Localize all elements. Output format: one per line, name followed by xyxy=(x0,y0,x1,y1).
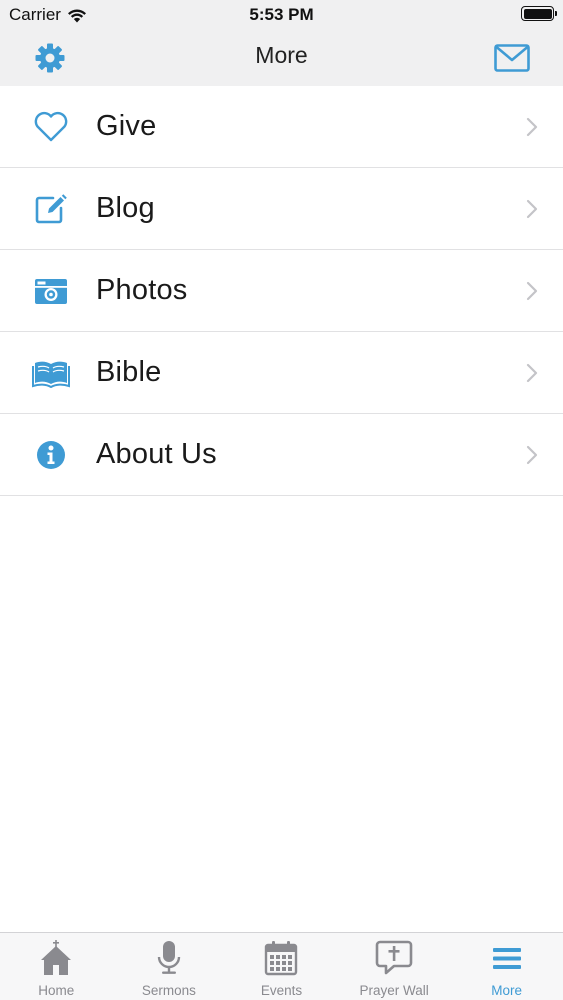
menu-item-label: Blog xyxy=(96,192,155,224)
menu-item-give[interactable]: Give xyxy=(0,86,563,168)
tab-label: Events xyxy=(260,983,303,998)
tab-events[interactable]: Events xyxy=(225,933,338,1000)
menu-icon xyxy=(487,939,527,977)
chevron-right-icon xyxy=(526,363,538,382)
envelope-icon xyxy=(494,44,530,72)
microphone-icon xyxy=(149,939,189,977)
menu-item-label: Photos xyxy=(96,274,188,306)
tab-more[interactable]: More xyxy=(450,933,563,1000)
info-icon xyxy=(32,437,70,473)
chevron-right-icon xyxy=(526,199,538,218)
camera-icon xyxy=(32,273,70,309)
tab-home[interactable]: Home xyxy=(0,933,113,1000)
status-bar: Carrier 5:53 PM xyxy=(0,0,563,28)
tab-label: Sermons xyxy=(141,983,196,998)
status-time: 5:53 PM xyxy=(249,5,314,24)
chevron-right-icon xyxy=(526,117,538,136)
menu-item-bible[interactable]: Bible xyxy=(0,332,563,414)
tab-prayer-wall[interactable]: Prayer Wall xyxy=(338,933,451,1000)
navigation-bar: More xyxy=(0,28,563,86)
menu-item-label: About Us xyxy=(96,438,217,470)
tab-bar: Home Sermons Events Prayer Wall More xyxy=(0,932,563,1000)
menu-item-label: Bible xyxy=(96,356,162,388)
messages-button[interactable] xyxy=(492,40,532,76)
battery-icon xyxy=(521,6,557,21)
tab-sermons[interactable]: Sermons xyxy=(113,933,226,1000)
church-icon xyxy=(36,939,76,977)
page-title: More xyxy=(255,42,308,68)
menu-item-label: Give xyxy=(96,110,157,142)
prayer-bubble-icon xyxy=(374,939,414,977)
book-icon xyxy=(32,355,70,391)
chevron-right-icon xyxy=(526,445,538,464)
more-menu-list: Give Blog Photos Bible About Us xyxy=(0,86,563,496)
calendar-icon xyxy=(261,939,301,977)
heart-icon xyxy=(32,109,70,145)
tab-label: Home xyxy=(38,983,75,998)
tab-label: Prayer Wall xyxy=(359,983,429,998)
menu-item-blog[interactable]: Blog xyxy=(0,168,563,250)
chevron-right-icon xyxy=(526,281,538,300)
menu-item-about-us[interactable]: About Us xyxy=(0,414,563,496)
edit-icon xyxy=(32,191,70,227)
tab-label: More xyxy=(491,983,523,998)
menu-item-photos[interactable]: Photos xyxy=(0,250,563,332)
